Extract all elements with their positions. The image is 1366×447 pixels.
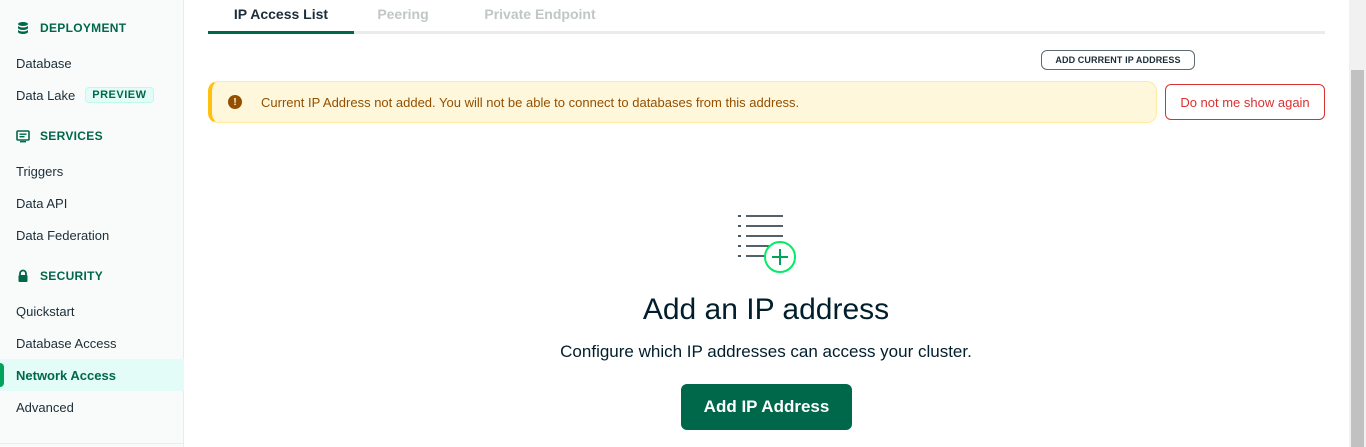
services-icon [16, 129, 30, 143]
sidebar-divider [0, 443, 184, 447]
sidebar-item-advanced[interactable]: Advanced [0, 391, 184, 423]
sidebar-item-label: Data API [16, 195, 68, 211]
database-icon [16, 21, 30, 35]
sidebar-item-triggers[interactable]: Triggers [0, 155, 184, 187]
tab-label: Peering [377, 6, 429, 22]
scrollbar-thumb[interactable] [1351, 70, 1364, 447]
warning-icon: ! [228, 95, 242, 109]
sidebar-item-label: Data Lake [16, 87, 76, 103]
sidebar-item-label: Database Access [16, 335, 117, 351]
tab-label: IP Access List [233, 6, 329, 22]
preview-badge: PREVIEW [85, 87, 154, 103]
sidebar: DEPLOYMENT Database Data Lake PREVIEW SE… [0, 0, 184, 447]
section-header-services: SERVICES [16, 126, 103, 146]
tab-peering[interactable]: Peering [368, 6, 438, 26]
tab-bar: IP Access List Peering Private Endpoint [208, 0, 1325, 34]
dismiss-banner-button[interactable]: Do not me show again [1165, 84, 1325, 120]
empty-state-subtitle: Configure which IP addresses can access … [560, 342, 972, 361]
add-current-ip-button[interactable]: ADD CURRENT IP ADDRESS [1041, 50, 1195, 70]
sidebar-item-label: Network Access [16, 367, 116, 383]
sidebar-item-label: Advanced [16, 399, 74, 415]
add-ip-address-button[interactable]: Add IP Address [681, 384, 852, 430]
section-header-label: DEPLOYMENT [40, 21, 127, 35]
section-header-security: SECURITY [16, 266, 103, 286]
sidebar-item-label: Data Federation [16, 227, 110, 243]
warning-banner: ! Current IP Address not added. You will… [208, 81, 1157, 123]
banner-message: Current IP Address not added. You will n… [261, 94, 800, 110]
section-header-label: SECURITY [40, 269, 104, 283]
lock-icon [16, 269, 30, 283]
empty-state-title: Add an IP address [642, 293, 890, 326]
section-header-deployment: DEPLOYMENT [16, 18, 126, 38]
vertical-scrollbar[interactable] [1349, 0, 1366, 447]
active-tab-indicator [208, 31, 354, 34]
sidebar-item-database[interactable]: Database [0, 47, 184, 79]
tab-label: Private Endpoint [484, 6, 596, 22]
sidebar-item-data-federation[interactable]: Data Federation [0, 219, 184, 251]
sidebar-item-label: Quickstart [16, 303, 75, 319]
sidebar-item-data-lake[interactable]: Data Lake PREVIEW [0, 79, 184, 111]
tab-ip-access-list[interactable]: IP Access List [208, 6, 354, 26]
list-add-icon [735, 210, 799, 274]
sidebar-item-data-api[interactable]: Data API [0, 187, 184, 219]
sidebar-item-network-access[interactable]: Network Access [0, 359, 184, 391]
tab-private-endpoint[interactable]: Private Endpoint [470, 6, 610, 26]
section-header-label: SERVICES [40, 129, 103, 143]
sidebar-item-label: Database [16, 55, 72, 71]
sidebar-item-label: Triggers [16, 163, 64, 179]
sidebar-item-database-access[interactable]: Database Access [0, 327, 184, 359]
sidebar-item-quickstart[interactable]: Quickstart [0, 295, 184, 327]
